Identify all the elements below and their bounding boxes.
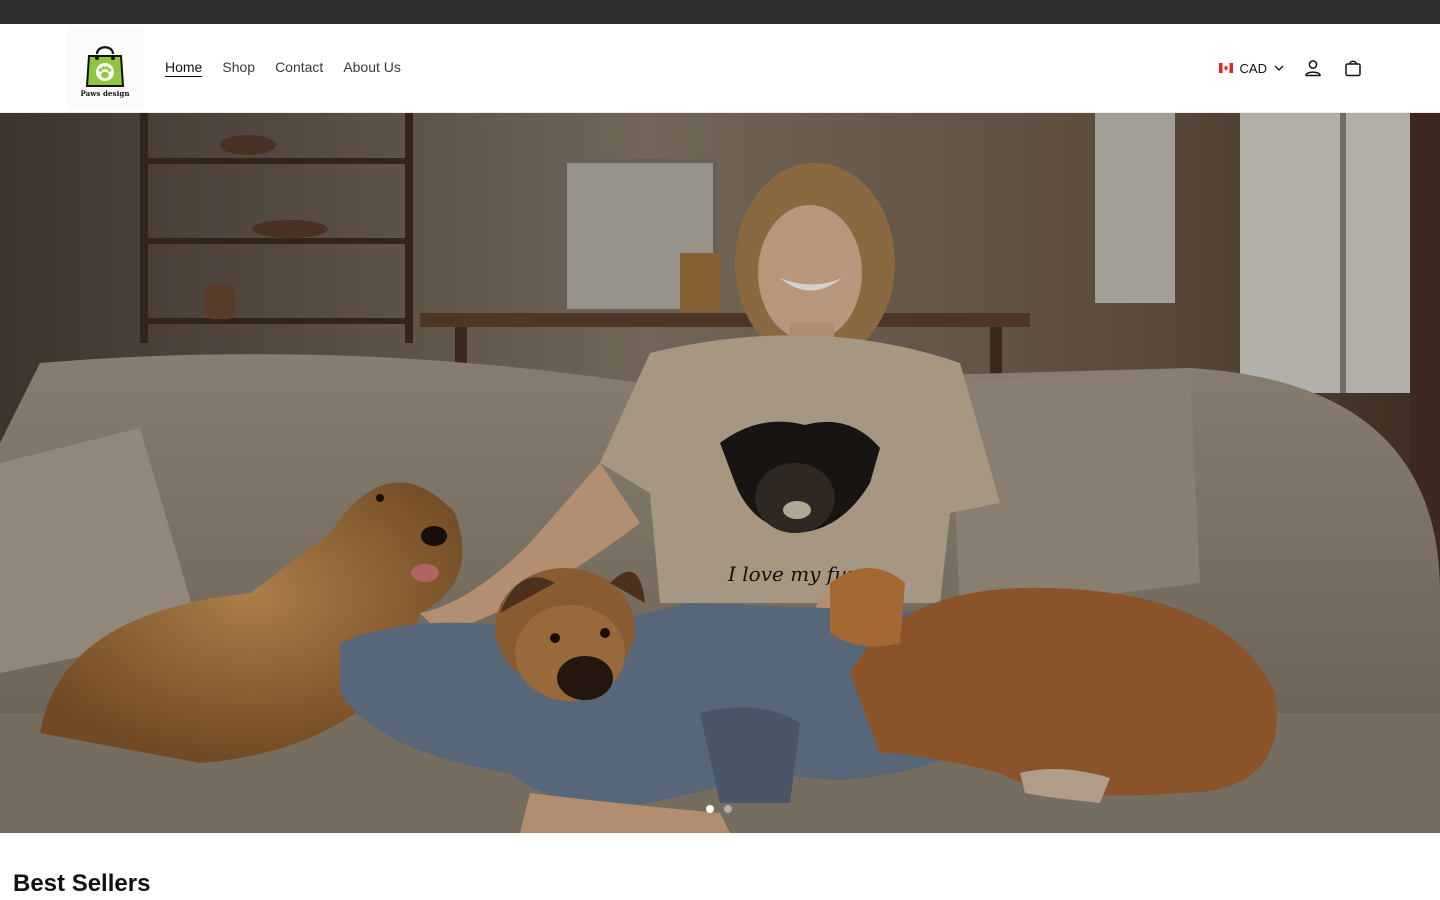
currency-selector[interactable]: CAD bbox=[1218, 60, 1284, 76]
currency-label: CAD bbox=[1239, 60, 1267, 76]
canada-flag-icon bbox=[1218, 63, 1233, 73]
brand-logo[interactable]: Paws design bbox=[66, 26, 144, 110]
nav-home[interactable]: Home bbox=[165, 58, 202, 76]
header-tools: CAD bbox=[1218, 57, 1364, 79]
hero-slideshow: I love my furry bbox=[0, 113, 1440, 833]
hero-overlay bbox=[0, 113, 1440, 833]
slide-dot-1[interactable] bbox=[706, 805, 714, 813]
slideshow-pagination bbox=[706, 805, 732, 813]
account-icon bbox=[1305, 60, 1321, 77]
slide-dot-2[interactable] bbox=[724, 805, 732, 813]
cart-button[interactable] bbox=[1342, 57, 1364, 79]
logo-text: Paws design bbox=[80, 89, 130, 98]
chevron-down-icon bbox=[1274, 65, 1284, 71]
main-nav: Home Shop Contact About Us bbox=[165, 58, 401, 76]
site-header: Paws design Home Shop Contact About Us C… bbox=[0, 24, 1440, 113]
account-button[interactable] bbox=[1302, 57, 1324, 79]
shopping-bag-icon bbox=[1345, 60, 1361, 77]
shopping-bag-logo-icon bbox=[85, 46, 125, 87]
announcement-bar bbox=[0, 0, 1440, 24]
nav-about-us[interactable]: About Us bbox=[343, 58, 401, 76]
nav-contact[interactable]: Contact bbox=[275, 58, 323, 76]
best-sellers-title: Best Sellers bbox=[13, 870, 151, 897]
nav-shop[interactable]: Shop bbox=[222, 58, 255, 76]
